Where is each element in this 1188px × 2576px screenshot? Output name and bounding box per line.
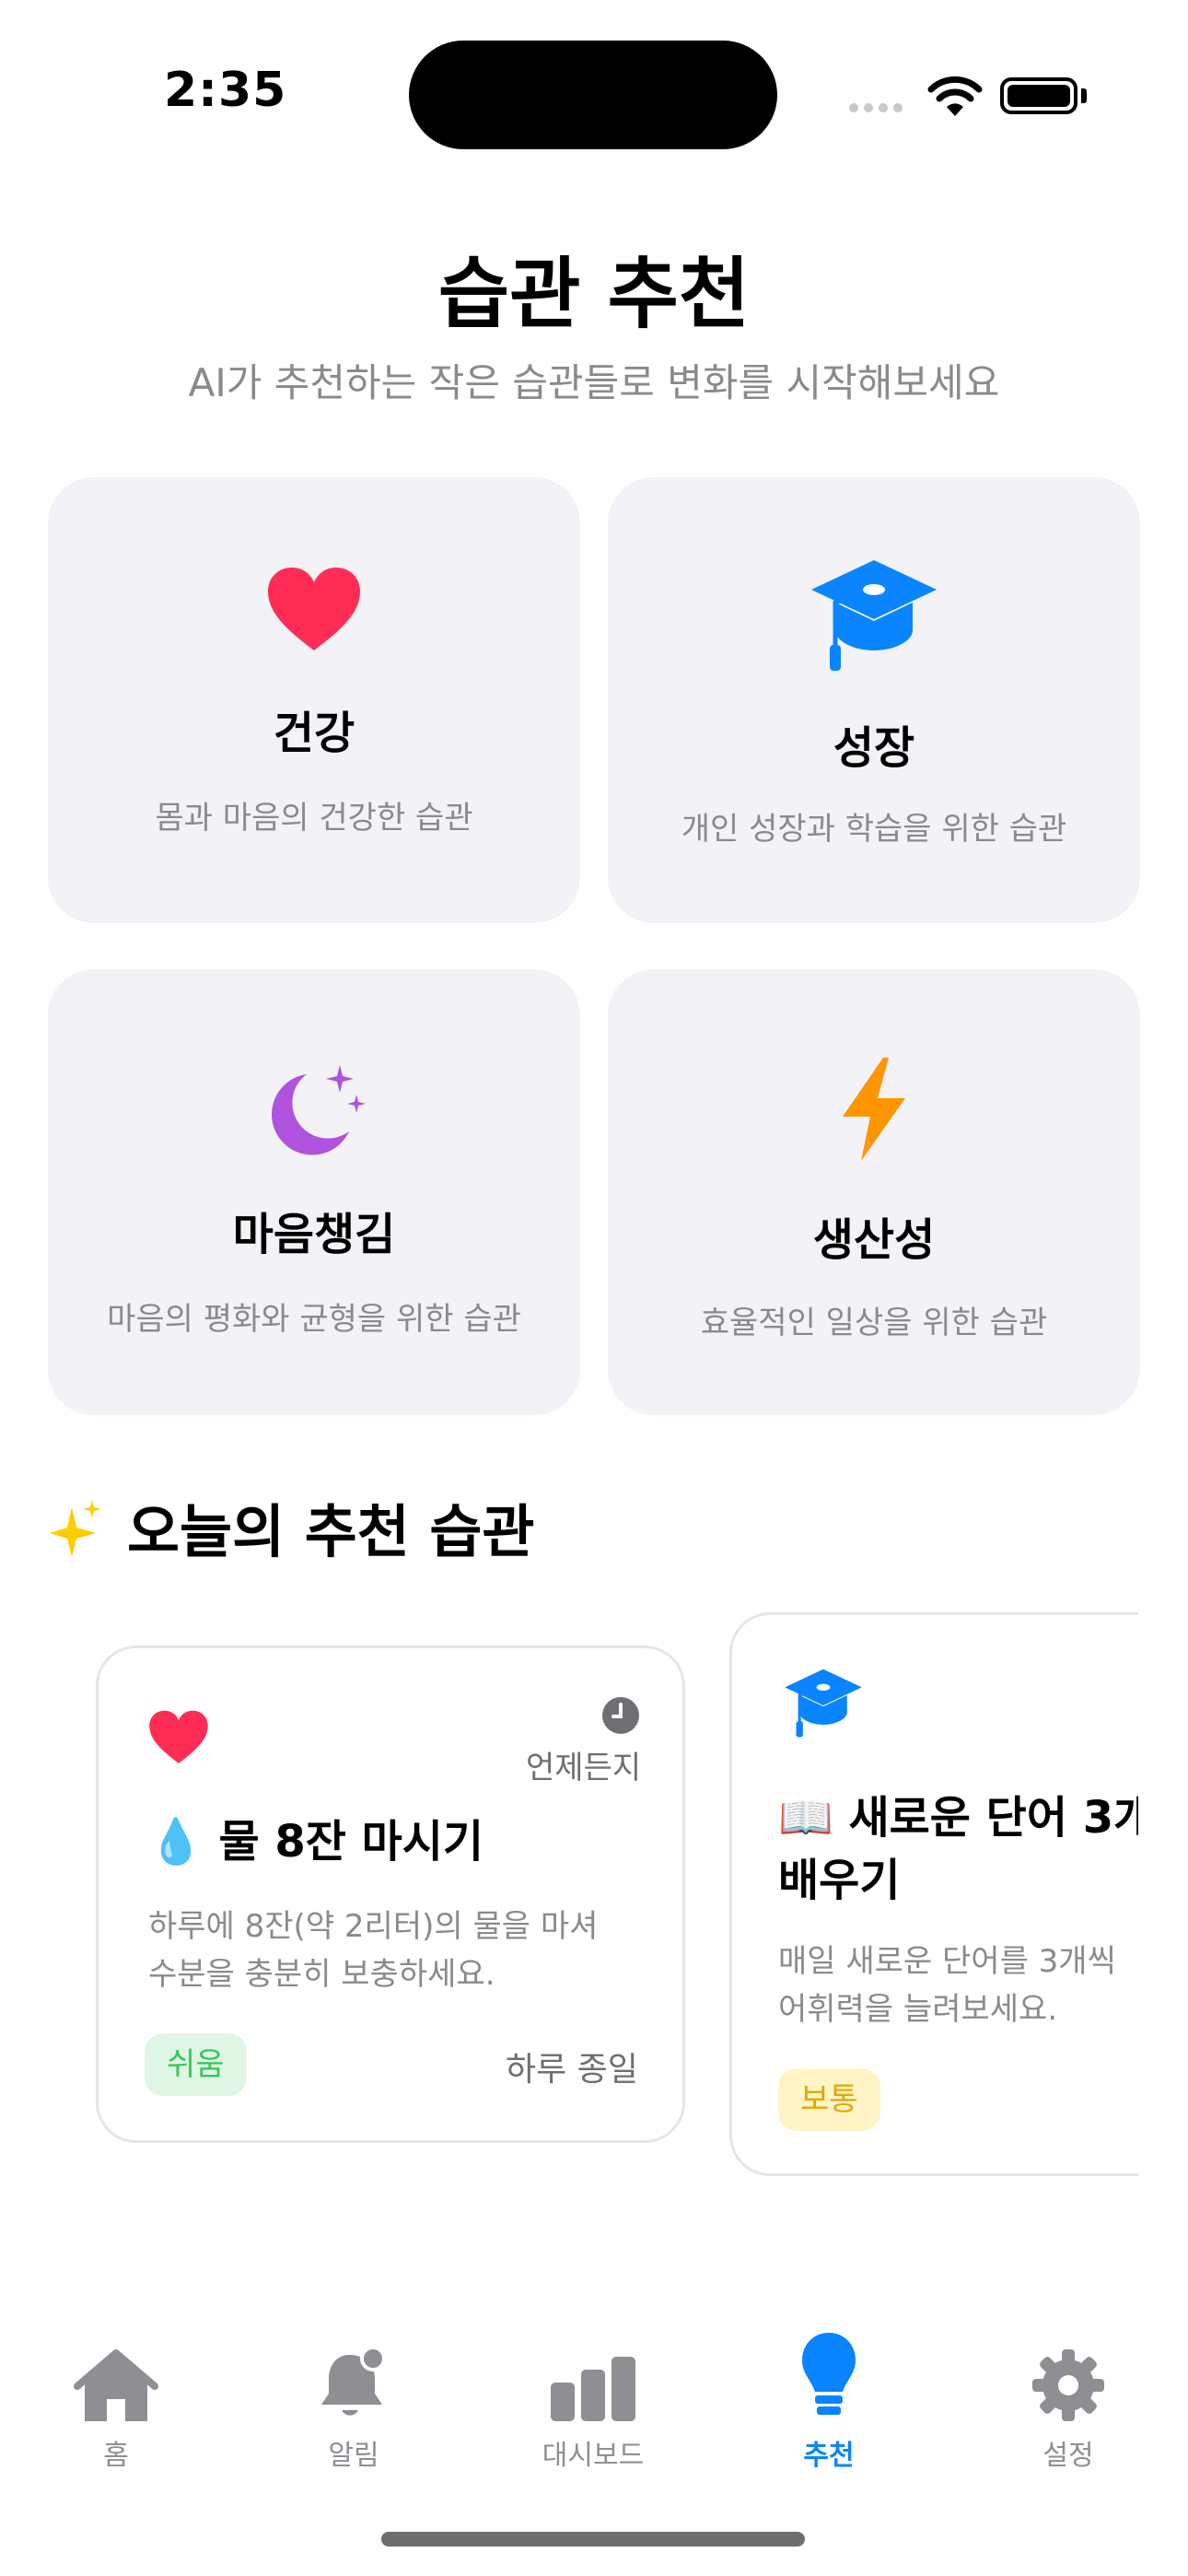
home-indicator[interactable] [381,2532,805,2547]
tab-recommend[interactable]: 추천 [737,2322,921,2473]
category-card-health[interactable]: 건강 몸과 마음의 건강한 습관 [48,477,580,923]
graduation-cap-icon [785,1669,862,1738]
screen: 2:35 습관 추천 AI가 추천하는 작은 습관들로 변화를 시작해보세요 건… [0,0,1188,2576]
tab-alerts[interactable]: 알림 [262,2322,446,2473]
category-card-productivity[interactable]: 생산성 효율적인 일상을 위한 습관 [608,969,1140,1415]
tab-label: 홈 [103,2440,129,2472]
recommendation-card-water[interactable]: 언제든지 💧 물 8잔 마시기 하루에 8잔(약 2리터)의 물을 마셔 수분을… [96,1645,685,2143]
bolt-icon [843,1058,905,1161]
recommendation-title-line2: 배우기 [778,1855,901,1906]
house-icon [74,2349,158,2421]
tab-label: 설정 [1042,2440,1094,2472]
tab-settings[interactable]: 설정 [976,2322,1160,2473]
page-subtitle: AI가 추천하는 작은 습관들로 변화를 시작해보세요 [188,360,1000,405]
tab-bar: 홈 알림 대시보드 추천 설정 [0,2322,1188,2506]
tab-dashboard[interactable]: 대시보드 [501,2322,685,2473]
page-title: 습관 추천 [437,249,751,339]
category-desc: 마음의 평화와 균형을 위한 습관 [107,1301,521,1338]
sparkles-icon [50,1500,101,1557]
recommendation-title-line1: 📖 새로운 단어 3개 [778,1792,1138,1844]
recommendation-carousel-clip: 📖 새로운 단어 3개 배우기 매일 새로운 단어를 3개씩 어휘력을 늘려보세… [718,1603,1138,2193]
battery-icon [1000,77,1077,114]
status-time: 2:35 [164,63,287,118]
lightbulb-icon [802,2333,856,2415]
recommendation-duration: 하루 종일 [506,2051,638,2089]
dynamic-island [409,41,777,149]
recommendation-card-words[interactable]: 📖 새로운 단어 3개 배우기 매일 새로운 단어를 3개씩 어휘력을 늘려보세… [729,1612,1138,2176]
category-desc: 개인 성장과 학습을 위한 습관 [681,811,1067,848]
tab-label: 알림 [328,2440,379,2472]
recommendation-desc-line1: 하루에 8잔(약 2리터)의 물을 마셔 [148,1908,599,1945]
tab-home[interactable]: 홈 [24,2322,208,2473]
cellular-signal-icon [849,103,903,112]
recommendation-title: 💧 물 8잔 마시기 [148,1816,484,1868]
clock-icon [602,1697,639,1734]
recommendation-desc-line2: 수분을 충분히 보충하세요. [148,1956,495,1993]
recommendation-desc-line2: 어휘력을 늘려보세요. [778,1991,1058,2028]
tab-label: 추천 [803,2440,855,2472]
category-title: 마음챙김 [232,1209,396,1260]
graduation-cap-icon [811,560,937,671]
heart-icon [268,568,360,650]
category-desc: 효율적인 일상을 위한 습관 [700,1305,1048,1341]
category-title: 생산성 [812,1214,936,1266]
chart-bars-icon [551,2357,635,2421]
section-title: 오늘의 추천 습관 [127,1498,535,1565]
heart-icon [149,1710,208,1763]
category-title: 성장 [833,722,915,774]
category-title: 건강 [273,708,355,759]
difficulty-badge: 보통 [778,2068,880,2131]
tab-label: 대시보드 [542,2440,645,2472]
category-desc: 몸과 마음의 건강한 습관 [155,800,473,837]
battery-tip [1081,88,1087,103]
difficulty-badge: 쉬움 [145,2033,247,2096]
category-card-growth[interactable]: 성장 개인 성장과 학습을 위한 습관 [608,477,1140,923]
recommendation-frequency: 언제든지 [526,1750,642,1786]
gear-icon [1032,2349,1104,2421]
category-card-mindfulness[interactable]: 마음챙김 마음의 평화와 균형을 위한 습관 [48,969,580,1415]
bell-icon [321,2346,386,2416]
recommendation-desc-line1: 매일 새로운 단어를 3개씩 [778,1943,1116,1980]
wifi-icon [927,76,983,116]
moon-stars-icon [272,1065,366,1155]
